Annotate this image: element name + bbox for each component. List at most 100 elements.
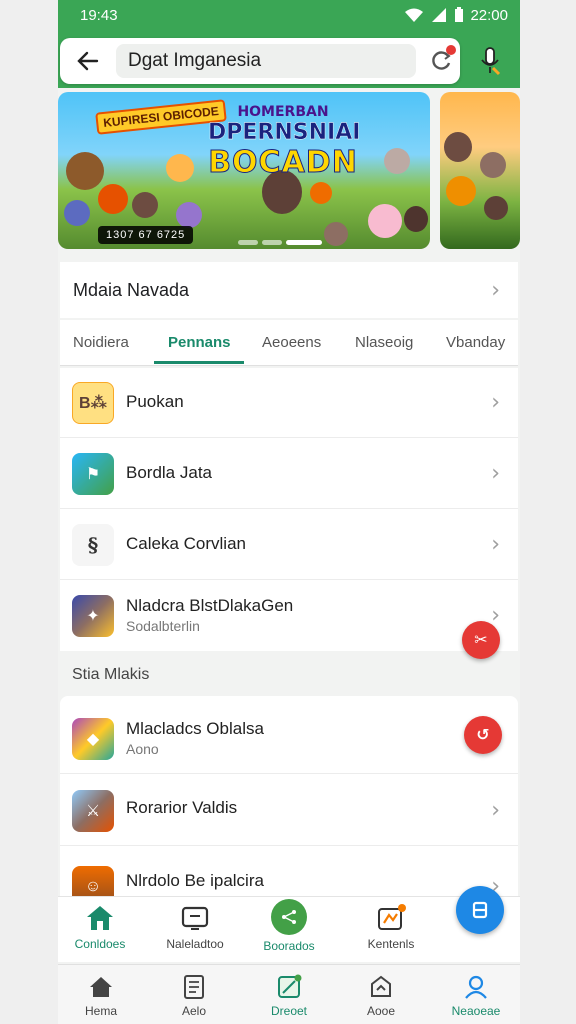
carousel-dot-active: [286, 240, 322, 245]
list-item[interactable]: ⚔ Rorarior Valdis ›: [60, 776, 518, 846]
shuffle-fab-button[interactable]: ✂: [462, 621, 500, 659]
list-item[interactable]: ◆ Mlacladcs Oblalsa Aono: [60, 704, 518, 774]
character: [176, 202, 202, 228]
subsection-title: Stia Mlakis: [72, 666, 150, 683]
refresh-button[interactable]: [428, 45, 456, 74]
wifi-icon: [405, 8, 424, 22]
nav-label: Hema: [84, 1004, 117, 1018]
quick-item-label: Conldoes: [74, 937, 126, 951]
back-arrow-icon: [77, 51, 99, 71]
banner-title-line2: DPERNSNIAI: [208, 120, 361, 145]
warrior-game-icon: ⚔: [72, 790, 114, 832]
character: [64, 200, 90, 226]
voice-search-button[interactable]: [472, 43, 508, 79]
nav-label: Aelo: [181, 1004, 207, 1018]
tv-icon: [179, 903, 211, 933]
character: [132, 192, 158, 218]
character: [368, 204, 402, 238]
signal-icon: [432, 8, 447, 22]
carousel-indicator: [238, 240, 322, 245]
nav-item-apps[interactable]: Aooe: [341, 973, 421, 1018]
banner-title-line1: HOMERBAN: [237, 104, 329, 120]
monkey-character: [66, 152, 104, 190]
list-item-title: Rorarior Valdis: [126, 798, 238, 817]
status-time: 19:43: [80, 6, 118, 24]
character: [404, 206, 428, 232]
nav-label: Dreoet: [270, 1004, 308, 1018]
character: [384, 148, 410, 174]
list-item[interactable]: ✦ Nladcra BlstDlakaGen Sodalbterlin ›: [60, 581, 518, 651]
list-item-title: Caleka Corvlian: [126, 534, 246, 553]
list-item[interactable]: § Caleka Corvlian ›: [60, 510, 518, 580]
character: [310, 182, 332, 204]
character: [484, 196, 508, 220]
chevron-right-icon: ›: [491, 798, 500, 823]
scribble-logo-icon: §: [72, 524, 114, 566]
board-game-icon: ⚑: [72, 453, 114, 495]
search-bar: Dgat Imganesia: [60, 38, 460, 84]
list-item-subtitle: Aono: [126, 741, 159, 757]
quick-item[interactable]: Naleladtoo: [150, 903, 240, 951]
section-title: Mdaia Navada: [73, 279, 190, 300]
nav-item-home[interactable]: Hema: [61, 973, 141, 1018]
list-item-subtitle: Sodalbterlin: [126, 618, 200, 634]
chevron-right-icon: ›: [491, 461, 500, 486]
next-banner[interactable]: [440, 92, 520, 249]
tab-noidiera[interactable]: Noidiera: [73, 334, 129, 351]
mic-icon: [481, 47, 501, 76]
app-list: B⁂ Puokan › ⚑ Bordla Jata › § Caleka Cor…: [60, 368, 518, 651]
active-tab-indicator: [154, 361, 244, 364]
status-icons: 22:00: [404, 7, 508, 24]
tab-nlaseoig[interactable]: Nlaseoig: [355, 334, 413, 351]
section-header[interactable]: Mdaia Navada ›: [60, 262, 518, 318]
badge-icon: [375, 903, 407, 933]
character: [324, 222, 348, 246]
edit-icon: [472, 901, 488, 919]
puzzle-game-icon: B⁂: [72, 382, 114, 424]
quick-item[interactable]: Conldoes: [58, 903, 145, 951]
chevron-right-icon: ›: [491, 390, 500, 415]
status-time-right: 22:00: [470, 6, 508, 24]
profile-icon: [462, 973, 490, 1001]
back-button[interactable]: [74, 47, 102, 75]
home-icon: [87, 973, 115, 1001]
banner-code: 1307 67 6725: [98, 226, 194, 244]
chevron-right-icon: ›: [491, 532, 500, 557]
list-item-title: Puokan: [126, 392, 184, 411]
status-bar: 19:43 22:00: [58, 0, 520, 30]
tab-vbanday[interactable]: Vbanday: [446, 334, 505, 351]
quick-item[interactable]: Boorados: [244, 899, 334, 953]
list-item-title: Mlacladcs Oblalsa: [126, 719, 264, 738]
quick-item-label: Naleladtoo: [166, 937, 224, 951]
nav-item-profile[interactable]: Neaoeae: [436, 973, 516, 1018]
notification-dot: [446, 45, 456, 55]
character: [166, 154, 194, 182]
nav-item-document[interactable]: Aelo: [154, 973, 234, 1018]
nav-label: Neaoeae: [451, 1004, 501, 1018]
search-input[interactable]: Dgat Imganesia: [116, 44, 416, 78]
tab-aeoeens[interactable]: Aeoeens: [262, 334, 321, 351]
home-icon: [84, 903, 116, 933]
app-list-secondary: ◆ Mlacladcs Oblalsa Aono ⚔ Rorarior Vald…: [60, 696, 518, 908]
character: [480, 152, 506, 178]
list-item[interactable]: B⁂ Puokan ›: [60, 368, 518, 438]
character: [98, 184, 128, 214]
compose-fab-button[interactable]: [456, 886, 504, 934]
featured-banner[interactable]: KUPIRESI OBICODE HOMERBAN DPERNSNIAI BOC…: [58, 92, 430, 249]
quick-item[interactable]: Kentenls: [346, 903, 436, 951]
games-icon: [275, 973, 303, 1001]
tab-pennans[interactable]: Pennans: [168, 334, 231, 351]
refresh-icon: ↺: [476, 727, 490, 744]
quick-item-label: Kentenls: [367, 937, 415, 951]
list-item-title: Nlrdolo Be ipalcira: [126, 871, 264, 890]
chevron-right-icon: ›: [491, 277, 500, 303]
banner-title: HOMERBAN DPERNSNIAI BOCADN: [208, 104, 361, 181]
list-item[interactable]: ⚑ Bordla Jata ›: [60, 439, 518, 509]
nav-label: Aooe: [366, 1004, 396, 1018]
list-item-title: Nladcra BlstDlakaGen: [126, 596, 294, 615]
shuffle-icon: ✂: [474, 632, 488, 649]
phone-screen: 19:43 22:00 Dgat Imganesia KUPIRESI OBIC…: [58, 0, 520, 1024]
refresh-fab-button[interactable]: ↺: [464, 716, 502, 754]
nav-item-games[interactable]: Dreoet: [249, 973, 329, 1018]
battery-icon: [455, 7, 464, 22]
